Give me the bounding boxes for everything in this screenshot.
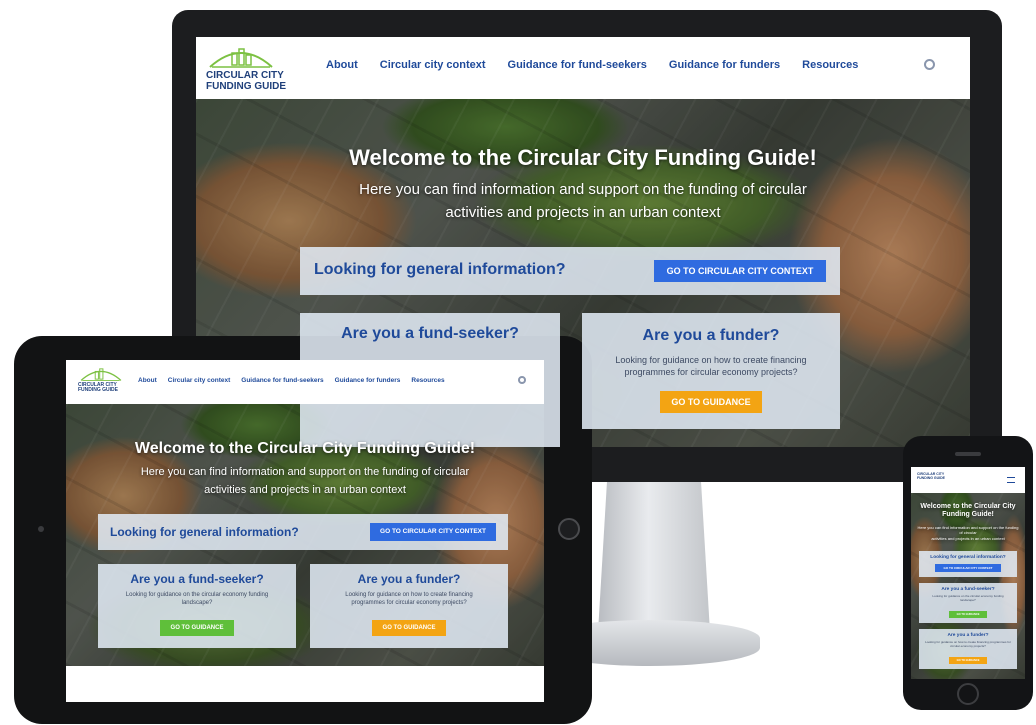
monitor-stand-neck [598, 482, 710, 632]
phone-home-button[interactable] [957, 683, 979, 705]
tablet-nav-circular-city-context[interactable]: Circular city context [168, 377, 231, 384]
tablet-logo-skyline-icon [80, 368, 122, 381]
phone-hero-title: Welcome to the Circular City Funding Gui… [920, 503, 1016, 519]
funder-title: Are you a funder? [642, 327, 780, 344]
phone-funder-title: Are you a funder? [947, 633, 989, 638]
funder-go-to-guidance-button[interactable]: GO TO GUIDANCE [660, 391, 762, 413]
tablet-fund-seeker-description: Looking for guidance on the circular eco… [125, 592, 269, 606]
phone-logo-line2: FUNDING GUIDE [917, 475, 945, 480]
tablet-general-info-panel: Looking for general information? GO TO C… [98, 514, 508, 550]
nav-link-about[interactable]: About [326, 59, 358, 71]
tablet-site-logo[interactable]: CIRCULAR CITY FUNDING GUIDE [78, 365, 124, 394]
logo-text-line2: FUNDING GUIDE [206, 80, 286, 92]
phone-funder-panel: Are you a funder? Looking for guidance o… [919, 629, 1017, 669]
funder-description: Looking for guidance on how to create fi… [615, 355, 807, 377]
nav-link-circular-city-context[interactable]: Circular city context [380, 59, 486, 71]
phone-screen: CIRCULAR CITY FUNDING GUIDE Welcome to t… [911, 467, 1025, 679]
logo-skyline-icon [209, 48, 273, 68]
logo-text-line1: CIRCULAR CITY [206, 70, 284, 81]
tablet-hero-subtitle-line1: Here you can find information and suppor… [140, 466, 470, 478]
tablet-fund-seeker-title: Are you a fund-seeker? [130, 572, 264, 586]
devices-mockup: CIRCULAR CITY FUNDING GUIDE About Circul… [0, 0, 1036, 725]
nav-link-funders[interactable]: Guidance for funders [669, 59, 780, 71]
site-logo[interactable]: CIRCULAR CITY FUNDING GUIDE [206, 43, 286, 92]
tablet-funder-description: Looking for guidance on how to create fi… [345, 592, 473, 606]
general-info-title: Looking for general information? [314, 261, 566, 278]
phone-hero-subtitle-line1: Here you can find information and suppor… [917, 525, 1019, 536]
tablet-home-button[interactable] [558, 518, 580, 540]
tablet-nav-resources[interactable]: Resources [411, 377, 444, 384]
phone-fund-seeker-panel: Are you a fund-seeker? Looking for guida… [919, 583, 1017, 623]
phone-funder-go-to-guidance-button[interactable]: GO TO GUIDANCE [949, 657, 987, 664]
phone-general-info-title: Looking for general information? [930, 555, 1006, 560]
tablet-hero-subtitle-line2: activities and projects in an urban cont… [204, 484, 406, 496]
tablet-fund-seeker-panel: Are you a fund-seeker? Looking for guida… [98, 564, 296, 648]
tablet-nav-funders[interactable]: Guidance for funders [335, 377, 401, 384]
tablet-fund-seeker-go-to-guidance-button[interactable]: GO TO GUIDANCE [160, 620, 234, 636]
tablet-funder-go-to-guidance-button[interactable]: GO TO GUIDANCE [372, 620, 446, 636]
phone-general-info-panel: Looking for general information? GO TO C… [919, 551, 1017, 577]
tablet-nav-links: About Circular city context Guidance for… [138, 377, 445, 384]
hamburger-menu-icon[interactable] [1007, 477, 1015, 483]
general-info-panel: Looking for general information? GO TO C… [300, 247, 840, 295]
nav-link-fund-seekers[interactable]: Guidance for fund-seekers [508, 59, 647, 71]
tablet-hero-title: Welcome to the Circular City Funding Gui… [134, 440, 476, 457]
tablet-logo-line2: FUNDING GUIDE [78, 387, 118, 394]
search-icon[interactable] [924, 59, 935, 70]
hero-subtitle-line1: Here you can find information and suppor… [359, 181, 807, 198]
tablet-camera [38, 526, 44, 532]
phone-speaker [955, 452, 981, 456]
go-to-circular-city-context-button[interactable]: GO TO CIRCULAR CITY CONTEXT [654, 260, 826, 282]
phone-go-to-circular-city-context-button[interactable]: GO TO CIRCULAR CITY CONTEXT [935, 564, 1001, 572]
tablet-search-icon[interactable] [518, 376, 526, 384]
hero-subtitle-line2: activities and projects in an urban cont… [445, 204, 721, 221]
fund-seeker-title: Are you a fund-seeker? [341, 325, 519, 342]
tablet-go-to-circular-city-context-button[interactable]: GO TO CIRCULAR CITY CONTEXT [370, 523, 496, 541]
hero-title: Welcome to the Circular City Funding Gui… [349, 145, 817, 170]
tablet-nav-about[interactable]: About [138, 377, 157, 384]
phone-fund-seeker-description: Looking for guidance on the circular eco… [932, 594, 1004, 602]
desktop-navbar: CIRCULAR CITY FUNDING GUIDE About Circul… [196, 37, 970, 99]
phone-site-logo[interactable]: CIRCULAR CITY FUNDING GUIDE [917, 472, 945, 480]
tablet-navbar: CIRCULAR CITY FUNDING GUIDE About Circul… [66, 360, 544, 404]
tablet-general-info-title: Looking for general information? [110, 525, 299, 539]
tablet-funder-title: Are you a funder? [357, 572, 461, 586]
phone-fund-seeker-go-to-guidance-button[interactable]: GO TO GUIDANCE [949, 611, 987, 618]
nav-link-resources[interactable]: Resources [802, 59, 858, 71]
phone-fund-seeker-title: Are you a fund-seeker? [941, 587, 995, 592]
funder-panel: Are you a funder? Looking for guidance o… [582, 313, 840, 429]
phone-funder-description: Looking for guidance on how to create fi… [925, 640, 1011, 648]
tablet-nav-fund-seekers[interactable]: Guidance for fund-seekers [241, 377, 323, 384]
desktop-nav-links: About Circular city context Guidance for… [326, 59, 858, 71]
phone-navbar: CIRCULAR CITY FUNDING GUIDE [911, 467, 1025, 493]
phone-hero-subtitle-line2: activities and projects in an urban cont… [931, 536, 1005, 541]
tablet-funder-panel: Are you a funder? Looking for guidance o… [310, 564, 508, 648]
